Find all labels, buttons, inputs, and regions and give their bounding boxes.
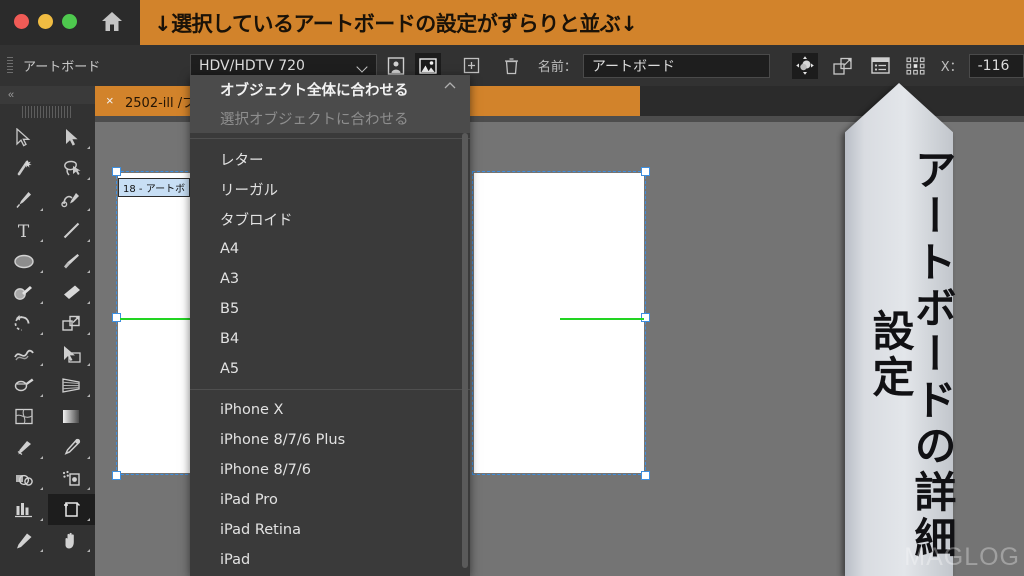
artboard-preset-dropdown[interactable]: オブジェクト全体に合わせる 選択オブジェクトに合わせる レター リーガル タブロ… [190, 75, 470, 576]
menu-item-b5[interactable]: B5 [190, 294, 470, 324]
chevron-down-icon [358, 63, 368, 69]
resize-handle-tl[interactable] [112, 167, 121, 176]
dropdown-scrollbar[interactable] [462, 133, 468, 568]
artboard-tool[interactable] [47, 494, 95, 525]
tool-grid: T [0, 118, 95, 556]
menu-item-iphone-876-plus[interactable]: iPhone 8/7/6 Plus [190, 425, 470, 455]
menu-item-fit-to-selected-art: 選択オブジェクトに合わせる [190, 104, 470, 133]
window-close-button[interactable] [14, 14, 29, 29]
x-coordinate-label: X： [940, 60, 963, 75]
menu-item-a5[interactable]: A5 [190, 354, 470, 384]
slice-tool[interactable] [0, 525, 48, 556]
artboard-name-input[interactable]: アートボード [582, 53, 771, 78]
perspective-grid-tool[interactable] [48, 370, 96, 401]
symbol-sprayer-tool[interactable] [0, 463, 48, 494]
hand-tool[interactable] [48, 525, 96, 556]
shaper-tool[interactable] [0, 277, 48, 308]
annotation-banner: ↓選択しているアートボードの設定がずらりと並ぶ↓ [140, 0, 1024, 45]
menu-separator-2 [190, 389, 470, 390]
menu-item-fit-artboard-to-artwork[interactable]: オブジェクト全体に合わせる [190, 75, 470, 104]
tool-palette-grip[interactable] [22, 106, 73, 118]
menu-separator-1 [190, 138, 470, 139]
artboard-control-bar: HDV/HDTV 720 名前： アートボード X： -116 アートボード [0, 45, 1024, 86]
artboard-panel-label: アートボード [23, 60, 101, 75]
artboard-panel-header: アートボード [0, 45, 140, 86]
menu-item-iphone-876[interactable]: iPhone 8/7/6 [190, 455, 470, 485]
line-segment-tool[interactable] [48, 215, 96, 246]
callout-ribbon-text: アートボードの詳細設定 [866, 148, 957, 562]
lasso-tool[interactable] [48, 153, 96, 184]
artboard-right[interactable] [474, 173, 644, 473]
delete-artboard-button[interactable] [498, 53, 524, 79]
mesh-tool[interactable] [0, 401, 48, 432]
menu-item-iphone-x[interactable]: iPhone X [190, 395, 470, 425]
window-titlebar [0, 0, 140, 45]
free-transform-tool[interactable] [48, 339, 96, 370]
menu-item-a4[interactable]: A4 [190, 234, 470, 264]
artboard-name-label: 18 - アートボ [118, 178, 191, 197]
reference-point-grid-icon[interactable] [903, 53, 929, 79]
magic-wand-tool[interactable] [0, 153, 48, 184]
resize-handle-tr[interactable] [641, 167, 650, 176]
pen-tool[interactable] [0, 184, 48, 215]
annotation-banner-text: ↓選択しているアートボードの設定がずらりと並ぶ↓ [154, 11, 638, 36]
direct-selection-tool[interactable] [48, 122, 96, 153]
artboard-options-button[interactable] [867, 53, 893, 79]
close-icon[interactable]: × [106, 94, 117, 107]
menu-item-ipad[interactable]: iPad [190, 545, 470, 575]
chevron-up-icon[interactable] [444, 81, 456, 89]
eraser-tool[interactable] [48, 277, 96, 308]
artboard-name-field-label: 名前： [537, 60, 577, 75]
ellipse-tool[interactable] [0, 246, 48, 277]
window-maximize-button[interactable] [62, 14, 77, 29]
menu-item-ipad-pro[interactable]: iPad Pro [190, 485, 470, 515]
artboard-preset-select[interactable]: HDV/HDTV 720 [190, 53, 378, 78]
scale-tool[interactable] [48, 308, 96, 339]
tool-palette: « T [0, 86, 95, 576]
window-minimize-button[interactable] [38, 14, 53, 29]
column-graph-tool[interactable] [0, 494, 48, 525]
resize-artboard-button[interactable] [830, 53, 856, 79]
rotate-tool[interactable] [0, 308, 48, 339]
menu-item-b4[interactable]: B4 [190, 324, 470, 354]
watermark: MAGLOG [904, 543, 1020, 571]
x-coordinate-input[interactable]: -116 [968, 53, 1024, 78]
callout-ribbon: アートボードの詳細設定 [845, 83, 957, 576]
paintbrush-tool[interactable] [48, 246, 96, 277]
menu-item-a3[interactable]: A3 [190, 264, 470, 294]
home-icon[interactable] [101, 11, 123, 32]
type-tool[interactable]: T [0, 215, 48, 246]
menu-item-legal[interactable]: リーガル [190, 174, 470, 204]
symbol-set-tool[interactable] [48, 463, 96, 494]
shape-builder-tool[interactable] [0, 370, 48, 401]
move-artboard-button[interactable] [792, 52, 818, 79]
menu-item-tabloid[interactable]: タブロイド [190, 204, 470, 234]
menu-item-ipad-retina[interactable]: iPad Retina [190, 515, 470, 545]
guide-line-right [560, 318, 644, 320]
curvature-tool[interactable] [48, 184, 96, 215]
resize-handle-bl[interactable] [112, 471, 121, 480]
svg-text:T: T [18, 222, 30, 240]
eyedropper-tool[interactable] [48, 432, 96, 463]
menu-item-letter[interactable]: レター [190, 144, 470, 174]
panel-grip[interactable] [7, 56, 13, 75]
width-tool[interactable] [0, 339, 48, 370]
blend-tool[interactable] [0, 432, 48, 463]
gradient-tool[interactable] [48, 401, 96, 432]
tool-palette-collapse-button[interactable]: « [0, 86, 95, 104]
artboard-preset-value: HDV/HDTV 720 [199, 57, 305, 74]
resize-handle-br[interactable] [641, 471, 650, 480]
selection-tool[interactable] [0, 122, 48, 153]
